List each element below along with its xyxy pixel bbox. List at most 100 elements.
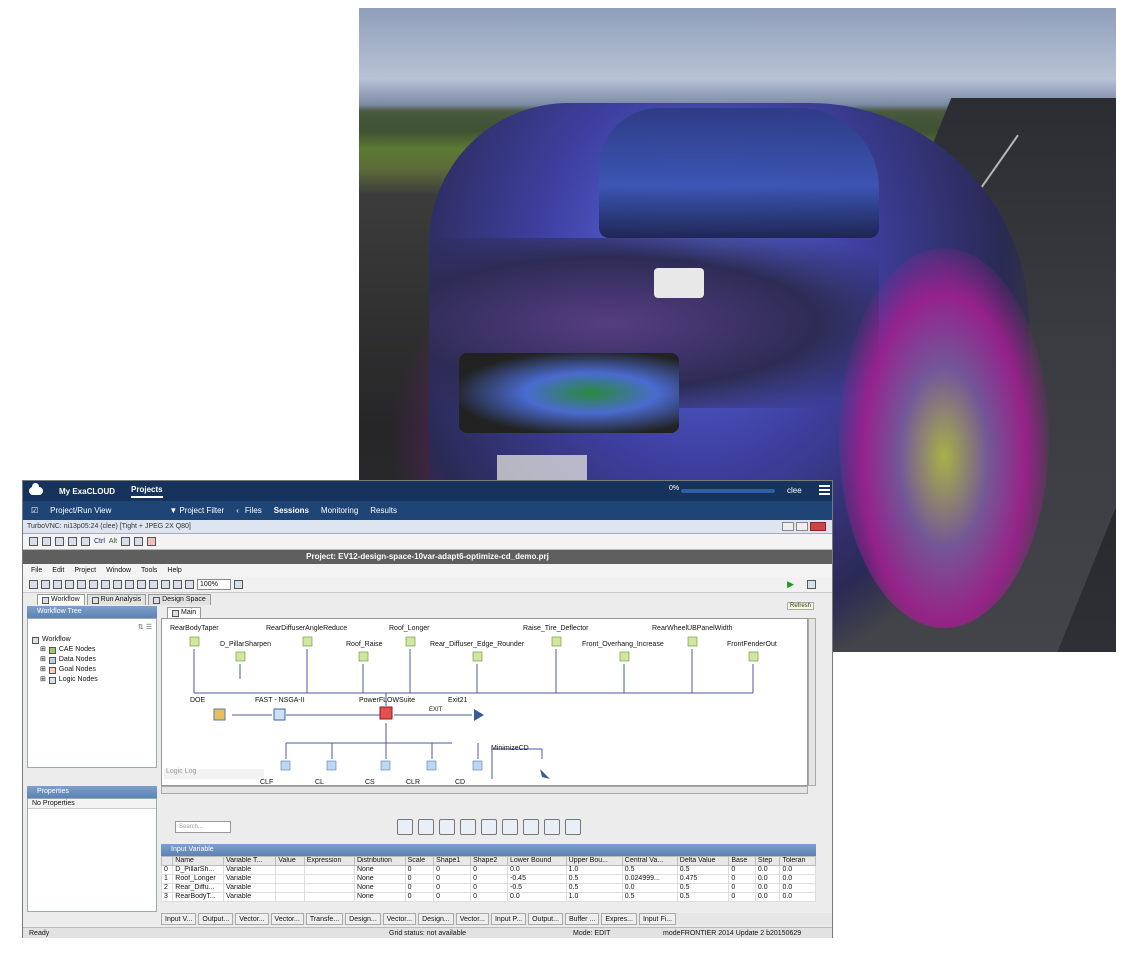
filter-icon[interactable]: ▼ (169, 506, 177, 515)
table-cell[interactable]: 0.0 (779, 883, 816, 893)
table-cell[interactable]: 0.0 (507, 865, 567, 875)
table-cell[interactable]: Roof_Longer (172, 874, 224, 884)
table-cell[interactable]: 0.024999... (621, 874, 678, 884)
table-cell[interactable]: 0 (404, 865, 435, 875)
var-rearbodytaper[interactable]: RearBodyTaper (170, 625, 219, 632)
vnc-fullscreen-icon[interactable] (55, 537, 64, 546)
vnc-clipboard-icon[interactable] (121, 537, 131, 546)
tab-main[interactable]: Main (167, 607, 202, 618)
table-cell[interactable]: 2 (160, 883, 174, 893)
menu-tools[interactable]: Tools (141, 567, 157, 574)
zoom-fit-icon[interactable] (185, 580, 194, 589)
table-cell[interactable]: 0 (404, 883, 435, 893)
out-cs[interactable]: CS (365, 779, 375, 785)
bottom-tab[interactable]: Output... (528, 913, 563, 925)
table-cell[interactable] (275, 865, 305, 875)
tab-files[interactable]: Files (245, 506, 262, 515)
out-cl[interactable]: CL (315, 779, 324, 785)
table-cell[interactable]: 0 (404, 874, 435, 884)
tree-tools[interactable]: ⇅ ☰ (32, 623, 152, 631)
run-icon[interactable]: ▶ (787, 579, 794, 590)
save-icon[interactable] (53, 580, 62, 589)
table-cell[interactable]: 0.5 (676, 883, 730, 893)
column-header[interactable]: Delta Value (676, 856, 730, 866)
tab-run-analysis[interactable]: Run Analysis (86, 594, 147, 605)
maximize-button[interactable] (796, 522, 808, 531)
var-frontfenderout[interactable]: FrontFenderOut (727, 641, 777, 648)
select-icon[interactable] (137, 580, 146, 589)
table-cell[interactable]: 0.5 (676, 892, 730, 902)
table-cell[interactable]: 0 (470, 874, 509, 884)
table-cell[interactable]: 1 (160, 874, 174, 884)
node-minimizecd[interactable]: MinimizeCD (491, 745, 529, 752)
close-button[interactable] (810, 522, 826, 531)
checkbox-icon[interactable]: ☑ (31, 506, 38, 515)
table-row[interactable]: 2 Rear_Diffu... Variable None 0 0 0 -0.5 0.5 0.0 0… (160, 883, 816, 893)
table-cell[interactable]: Variable (222, 865, 277, 875)
column-header[interactable]: Name (172, 856, 224, 866)
table-cell[interactable]: 0 (728, 865, 756, 875)
column-header[interactable]: Toleran (779, 856, 816, 866)
refresh-icon[interactable] (807, 580, 816, 589)
node-tool-6-icon[interactable] (502, 819, 518, 835)
alt-key[interactable]: Alt (109, 538, 117, 545)
table-cell[interactable]: 0 (160, 865, 174, 875)
bottom-tab[interactable]: Vector... (270, 913, 304, 925)
table-cell[interactable]: 1.0 (565, 865, 623, 875)
tree-node-logic[interactable]: ⊞ Logic Nodes (32, 675, 152, 685)
table-cell[interactable]: D_PillarSh... (172, 865, 224, 875)
node-tool-4-icon[interactable] (460, 819, 476, 835)
grid-icon[interactable] (173, 580, 182, 589)
column-header[interactable]: Distribution (353, 856, 406, 866)
table-cell[interactable] (303, 865, 355, 875)
canvas-hscroll[interactable] (161, 786, 808, 794)
table-cell[interactable]: 0 (728, 892, 756, 902)
menu-window[interactable]: Window (106, 567, 131, 574)
table-cell[interactable]: None (353, 865, 406, 875)
canvas-vscroll[interactable] (808, 618, 816, 786)
table-cell[interactable]: 0 (404, 892, 435, 902)
tree-root[interactable]: Workflow (32, 635, 152, 645)
table-cell[interactable]: None (353, 892, 406, 902)
table-cell[interactable]: 3 (160, 892, 174, 902)
bottom-tab[interactable]: Input Fi... (638, 913, 677, 925)
print-icon[interactable] (65, 580, 74, 589)
tree-node-data[interactable]: ⊞ Data Nodes (32, 655, 152, 665)
table-cell[interactable]: None (353, 874, 406, 884)
table-cell[interactable]: 0.5 (565, 883, 623, 893)
table-cell[interactable]: None (353, 883, 406, 893)
node-tool-9-icon[interactable] (565, 819, 581, 835)
tab-monitoring[interactable]: Monitoring (321, 506, 358, 515)
bottom-tab[interactable]: Vector... (455, 913, 489, 925)
connect-icon[interactable] (149, 580, 158, 589)
node-tool-1-icon[interactable] (397, 819, 413, 835)
column-header[interactable]: Scale (404, 856, 435, 866)
table-cell[interactable]: 0 (470, 883, 509, 893)
zoom-select[interactable]: 100% (197, 579, 231, 590)
table-cell[interactable]: 0.0 (507, 892, 567, 902)
ctrl-key[interactable]: Ctrl (94, 538, 105, 545)
zoom-in-icon[interactable] (234, 580, 243, 589)
var-raise-tire-deflector[interactable]: Raise_Tire_Deflector (523, 625, 589, 632)
table-cell[interactable]: 0 (433, 874, 472, 884)
table-cell[interactable]: 0.0 (754, 892, 781, 902)
bottom-tab[interactable]: Buffer ... (564, 913, 600, 925)
var-front-overhang[interactable]: Front_Overhang_Increase (582, 641, 664, 648)
project-filter[interactable]: Project Filter (179, 506, 224, 515)
bottom-tab[interactable]: Vector... (235, 913, 269, 925)
hamburger-menu-icon[interactable] (819, 485, 830, 496)
bottom-tab[interactable]: Transfe... (305, 913, 344, 925)
vnc-refresh-icon[interactable] (68, 537, 77, 546)
bottom-tab[interactable]: Expres... (601, 913, 637, 925)
table-cell[interactable]: Variable (222, 892, 277, 902)
column-header[interactable]: Step (754, 856, 781, 866)
node-tool-2-icon[interactable] (418, 819, 434, 835)
column-header[interactable]: Value (275, 856, 305, 866)
vnc-save-icon[interactable] (134, 537, 144, 546)
column-header[interactable]: Shape2 (470, 856, 509, 866)
node-tool-3-icon[interactable] (439, 819, 455, 835)
table-cell[interactable]: RearBodyT... (172, 892, 224, 902)
vnc-info-icon[interactable] (42, 537, 51, 546)
bottom-tab[interactable]: Input V... (161, 913, 197, 925)
undo-icon[interactable] (113, 580, 122, 589)
